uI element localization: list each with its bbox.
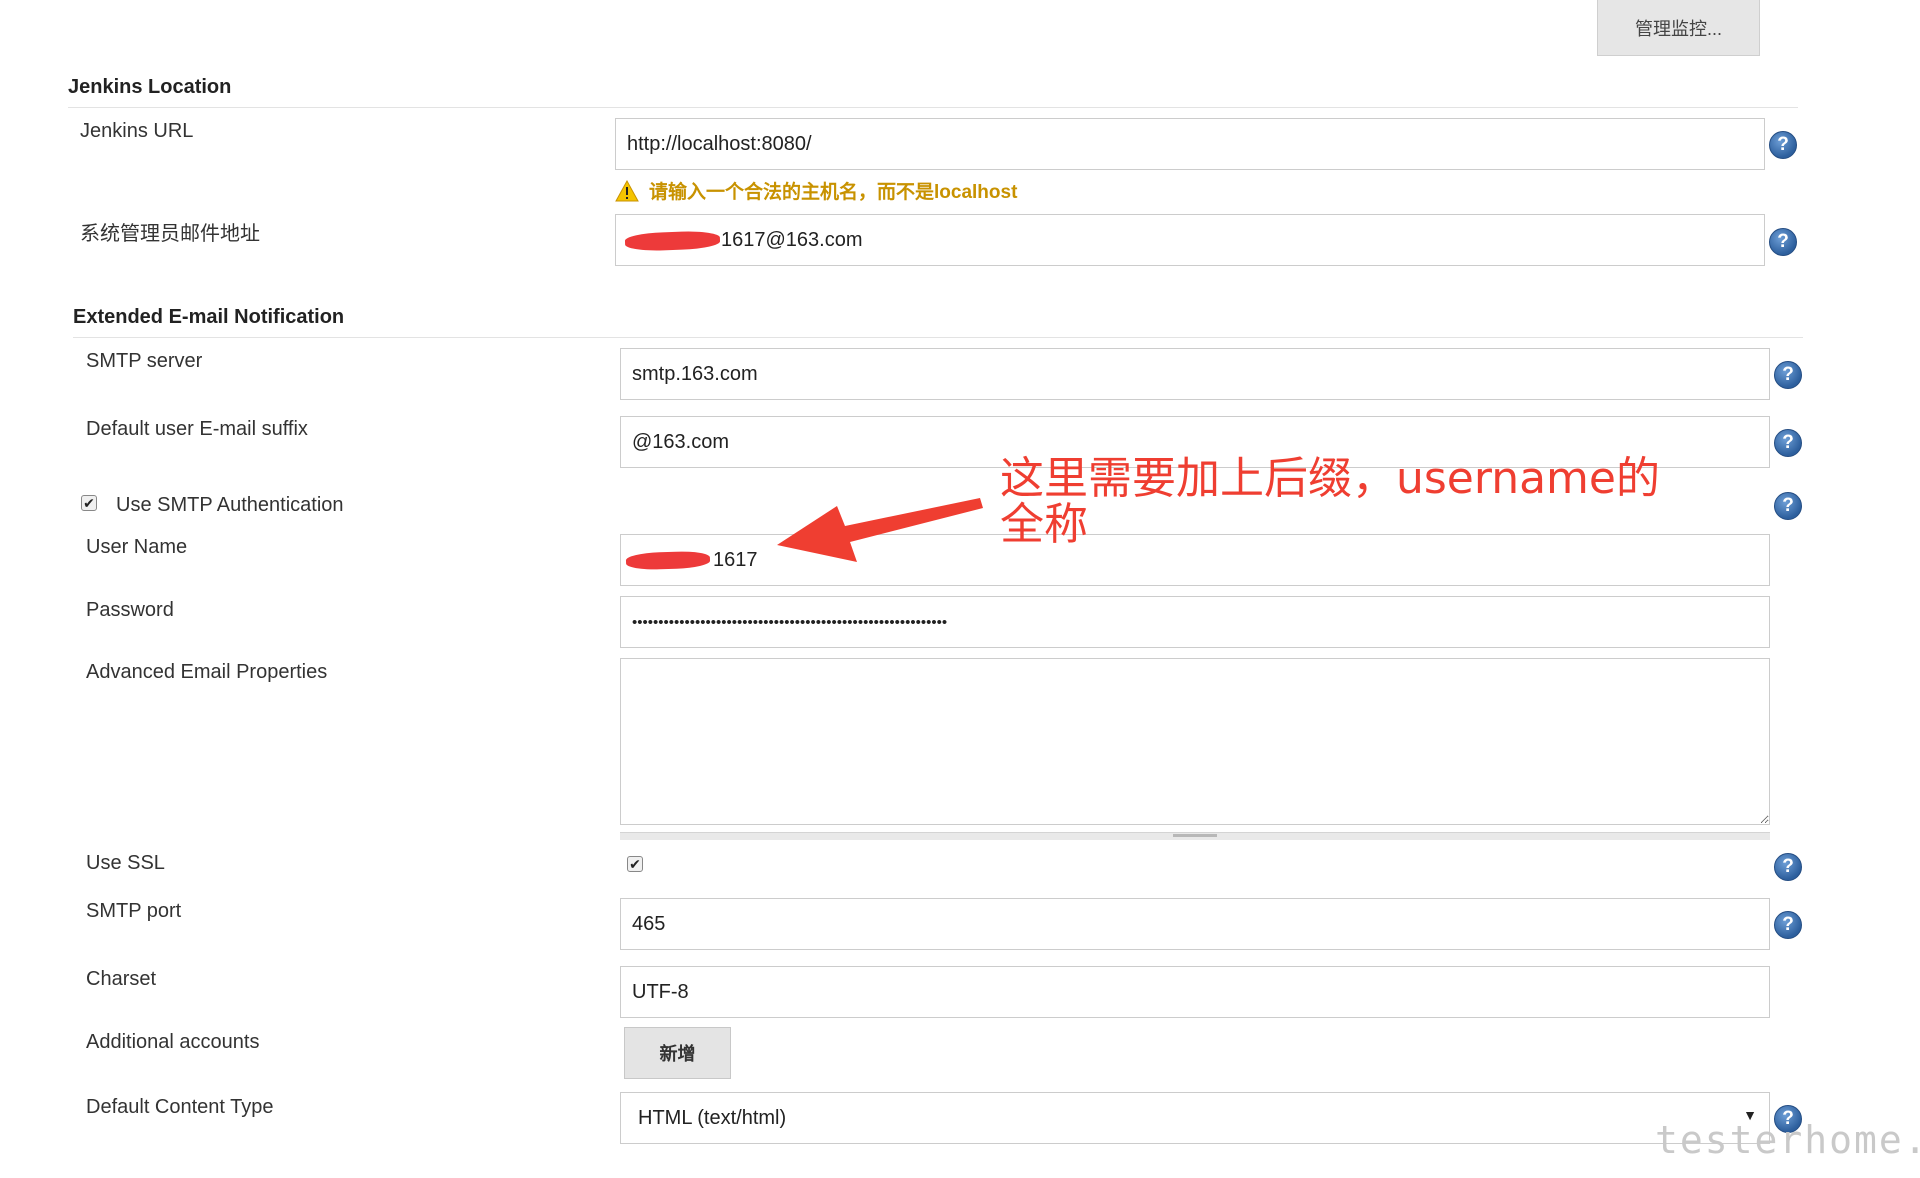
- help-icon[interactable]: ?: [1769, 228, 1797, 256]
- help-icon[interactable]: ?: [1774, 853, 1802, 881]
- resize-grip[interactable]: [1173, 834, 1217, 837]
- advanced-props-textarea[interactable]: [620, 658, 1770, 825]
- smtp-port-label: SMTP port: [86, 900, 182, 922]
- smtp-server-label: SMTP server: [86, 350, 203, 372]
- smtp-port-input[interactable]: [620, 898, 1770, 950]
- section-divider: [73, 337, 1803, 338]
- section-title-jenkins-location: Jenkins Location: [68, 76, 232, 98]
- use-smtp-auth-label: Use SMTP Authentication: [116, 494, 344, 516]
- annotation-arrow: [777, 498, 983, 562]
- url-warning-text: 请输入一个合法的主机名，而不是localhost: [649, 182, 1018, 203]
- use-ssl-checkbox[interactable]: ✔: [627, 856, 643, 872]
- help-icon[interactable]: ?: [1769, 131, 1797, 159]
- content-type-value: HTML (text/html): [638, 1106, 787, 1129]
- additional-accounts-label: Additional accounts: [86, 1031, 260, 1053]
- advanced-props-label: Advanced Email Properties: [86, 661, 328, 683]
- smtp-server-input[interactable]: [620, 348, 1770, 400]
- section-divider: [68, 107, 1798, 108]
- admin-email-label: 系统管理员邮件地址: [80, 223, 260, 245]
- username-label: User Name: [86, 536, 188, 558]
- password-input[interactable]: [620, 596, 1770, 648]
- password-label: Password: [86, 599, 174, 621]
- content-type-label: Default Content Type: [86, 1096, 274, 1118]
- help-icon[interactable]: ?: [1774, 429, 1802, 457]
- admin-email-input[interactable]: [615, 214, 1765, 266]
- help-icon[interactable]: ?: [1774, 911, 1802, 939]
- use-ssl-label: Use SSL: [86, 852, 165, 874]
- section-title-email-notification: Extended E-mail Notification: [73, 306, 345, 328]
- charset-label: Charset: [86, 968, 157, 990]
- help-icon[interactable]: ?: [1774, 492, 1802, 520]
- url-warning: 请输入一个合法的主机名，而不是localhost: [615, 177, 1017, 204]
- default-suffix-label: Default user E-mail suffix: [86, 418, 308, 440]
- charset-input[interactable]: [620, 966, 1770, 1018]
- add-account-button[interactable]: 新增: [624, 1027, 731, 1079]
- warning-icon: [615, 179, 639, 201]
- help-icon[interactable]: ?: [1774, 361, 1802, 389]
- annotation-text: 这里需要加上后缀，username的全称: [1000, 453, 1660, 550]
- use-smtp-auth-checkbox[interactable]: ✔: [81, 495, 97, 511]
- watermark: testerhome.com: [1655, 1118, 1920, 1162]
- jenkins-url-input[interactable]: [615, 118, 1765, 170]
- manage-monitor-button[interactable]: 管理监控...: [1597, 0, 1760, 56]
- content-type-select[interactable]: HTML (text/html) ▼: [620, 1092, 1770, 1144]
- jenkins-url-label: Jenkins URL: [80, 120, 194, 142]
